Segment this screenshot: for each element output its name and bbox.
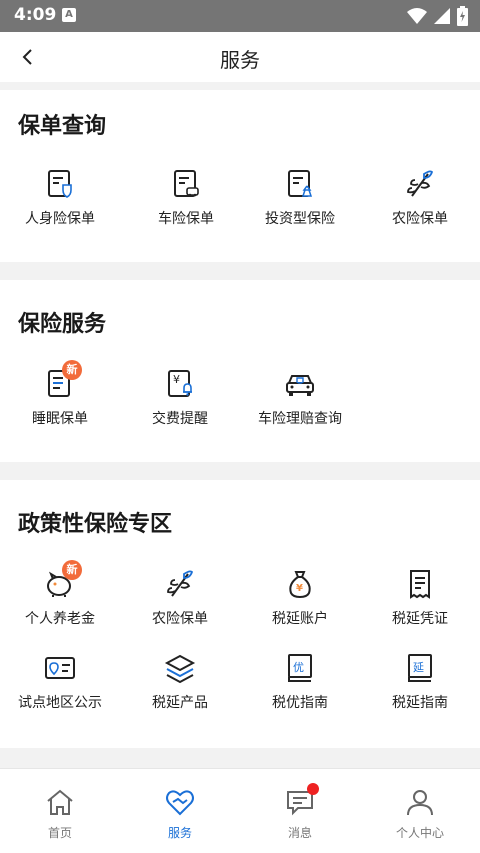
receipt-icon <box>410 570 430 599</box>
grid-label: 税延账户 <box>272 611 328 627</box>
grid-label: 车险保单 <box>158 211 214 227</box>
grid-item-person-policy[interactable]: 人身险保单 <box>0 168 120 238</box>
nav-item-profile[interactable]: 个人中心 <box>360 769 480 853</box>
nav-label: 个人中心 <box>395 826 444 840</box>
insurance-service-section: 保险服务 新 睡眠保单 ¥ 交费提醒 车险理赔查询 <box>0 280 480 462</box>
unread-dot <box>307 783 319 795</box>
grid-item-payment-reminder[interactable]: ¥ 交费提醒 <box>120 368 240 438</box>
agri-leaf-icon <box>167 570 194 597</box>
grid-label: 农险保单 <box>392 211 448 227</box>
status-time: 4:09 <box>14 5 57 25</box>
new-badge: 新 <box>62 560 82 580</box>
grid-item-tax-products[interactable]: 税延产品 <box>120 652 240 722</box>
guide-book-icon: 优 <box>288 654 312 682</box>
notification-icon: A <box>62 8 76 22</box>
grid-label: 投资型保险 <box>265 211 335 227</box>
guide-book-icon: 延 <box>408 654 432 682</box>
nav-label: 首页 <box>47 826 72 840</box>
status-icons <box>407 6 468 26</box>
car-claim-icon <box>286 375 314 396</box>
payment-reminder-icon: ¥ <box>168 370 192 397</box>
agri-leaf-icon <box>407 170 434 197</box>
new-badge: 新 <box>62 360 82 380</box>
user-icon <box>407 790 433 816</box>
grid-label: 人身险保单 <box>25 211 95 227</box>
nav-item-home[interactable]: 首页 <box>0 769 120 853</box>
nav-item-messages[interactable]: 消息 <box>240 769 360 853</box>
policy-query-section: 保单查询 人身险保单 车险保单 投资型保险 农险保单 <box>0 90 480 262</box>
person-policy-icon <box>48 170 72 198</box>
grid-label: 睡眠保单 <box>32 411 88 427</box>
bottom-nav: 首页 服务 消息 个人中心 <box>0 768 480 853</box>
grid-item-investment[interactable]: 投资型保险 <box>240 168 360 238</box>
signal-icon <box>434 8 450 24</box>
grid-label: 个人养老金 <box>25 611 95 627</box>
grid-item-tax-account[interactable]: ¥ 税延账户 <box>240 568 360 638</box>
nav-label: 服务 <box>167 826 192 840</box>
investment-policy-icon <box>288 170 313 197</box>
grid-label: 税延产品 <box>152 695 208 711</box>
wifi-icon <box>407 8 427 24</box>
money-bag-icon: ¥ <box>289 571 311 599</box>
grid-item-tax-preference-guide[interactable]: 优 税优指南 <box>240 652 360 722</box>
svg-text:¥: ¥ <box>296 583 303 594</box>
grid-item-tax-deferral-guide[interactable]: 延 税延指南 <box>360 652 480 722</box>
grid-item-dormant-policy[interactable]: 新 睡眠保单 <box>0 360 120 438</box>
grid-item-agri-policy-2[interactable]: 农险保单 <box>120 568 240 638</box>
svg-text:优: 优 <box>293 661 304 674</box>
layers-icon <box>164 654 196 684</box>
grid-item-pension[interactable]: 新 个人养老金 <box>0 560 120 638</box>
section-title: 保单查询 <box>18 114 107 139</box>
grid-label: 交费提醒 <box>152 411 208 427</box>
policy-zone-section: 政策性保险专区 新 个人养老金 农险保单 ¥ 税延账户 税延凭证 试点地区公示 … <box>0 480 480 748</box>
svg-text:¥: ¥ <box>173 373 180 386</box>
home-icon <box>47 789 73 815</box>
nav-label: 消息 <box>287 826 312 840</box>
section-title: 政策性保险专区 <box>18 512 173 537</box>
section-title: 保险服务 <box>18 312 107 337</box>
grid-label: 车险理赔查询 <box>258 411 342 427</box>
grid-item-agri-policy[interactable]: 农险保单 <box>360 168 480 238</box>
service-heart-icon <box>166 790 194 816</box>
map-card-icon <box>45 657 75 679</box>
grid-item-car-policy[interactable]: 车险保单 <box>126 168 246 238</box>
page-title: 服务 <box>220 48 260 72</box>
battery-icon <box>457 6 468 26</box>
grid-label: 农险保单 <box>152 611 208 627</box>
grid-label: 税延指南 <box>392 695 448 711</box>
grid-label: 试点地区公示 <box>18 695 102 711</box>
grid-item-tax-voucher[interactable]: 税延凭证 <box>360 568 480 638</box>
grid-item-car-claim[interactable]: 车险理赔查询 <box>240 368 360 438</box>
car-policy-icon <box>174 170 199 197</box>
app-header: 服务 <box>0 32 480 82</box>
grid-label: 税优指南 <box>272 695 328 711</box>
grid-label: 税延凭证 <box>392 611 448 627</box>
grid-item-pilot-regions[interactable]: 试点地区公示 <box>0 652 120 722</box>
nav-item-service[interactable]: 服务 <box>120 769 240 853</box>
svg-text:延: 延 <box>413 661 424 674</box>
status-bar: 4:09 A <box>0 0 480 32</box>
